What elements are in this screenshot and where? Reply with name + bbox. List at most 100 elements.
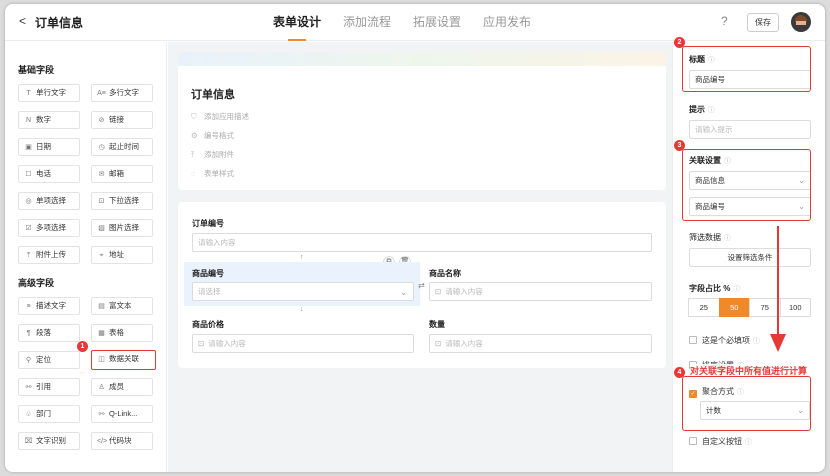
move-up-icon[interactable]: ↑	[300, 254, 304, 261]
tab-app-publish[interactable]: 应用发布	[483, 4, 531, 41]
pin-icon: ⚲	[25, 357, 32, 364]
field-single-line-text[interactable]: T 单行文字	[18, 84, 80, 102]
field-table[interactable]: ▦ 表格	[91, 324, 153, 342]
number-format-link[interactable]: ⚙ 编号格式	[191, 130, 234, 141]
meta-label: 表单样式	[204, 169, 234, 178]
width-option-25[interactable]: 25	[688, 298, 720, 317]
chip-label: 单项选择	[36, 196, 66, 205]
form-fields-card: 订单编号 请输入内容 ↑ ⧉ 🗑 商品编号 请选择⌄ ⇄ ↓ 商品名称 ⊡请输入…	[178, 202, 666, 368]
width-option-50[interactable]: 50	[718, 298, 750, 317]
image-icon: ▨	[98, 225, 105, 232]
field-link[interactable]: ⊘ 链接	[91, 111, 153, 129]
back-icon[interactable]: <	[19, 14, 26, 28]
quantity-input[interactable]: ⊡ 请输入内容	[429, 334, 652, 353]
help-icon[interactable]: ?	[721, 14, 728, 28]
app-title: 订单信息	[35, 16, 84, 30]
swap-icon[interactable]: ⇄	[418, 281, 425, 290]
annotation-box-title	[682, 46, 811, 92]
field-address[interactable]: ⌖ 地址	[91, 246, 153, 264]
tab-add-workflow[interactable]: 添加流程	[343, 4, 391, 41]
custom-button-checkbox[interactable]	[689, 437, 697, 445]
upload-icon: ⤒	[191, 150, 195, 159]
help-circle-icon[interactable]: ⓘ	[708, 107, 715, 114]
annotation-box-aggregate	[682, 376, 811, 431]
input-placeholder: 请输入内容	[445, 287, 483, 296]
app-window: < 订单信息 表单设计 添加流程 拓展设置 应用发布 ? 保存 基础字段 T 单行…	[5, 4, 825, 472]
tab-extension-settings[interactable]: 拓展设置	[413, 4, 461, 41]
order-no-label: 订单编号	[192, 219, 224, 228]
help-circle-icon[interactable]: ⓘ	[745, 439, 752, 446]
form-info-card: 订单信息 ⛉ 添加应用描述 ⚙ 编号格式 ⤒ 添加附件 ◌ 表单样式	[178, 66, 666, 190]
field-paragraph[interactable]: ¶ 段落	[18, 324, 80, 342]
field-q-link[interactable]: ⚯ Q-Link...	[91, 405, 153, 423]
add-description-link[interactable]: ⛉ 添加应用描述	[191, 111, 249, 122]
calendar-icon: ▣	[25, 144, 32, 151]
multiline-icon: A≡	[97, 90, 106, 97]
scan-icon: ⌧	[24, 438, 33, 445]
chip-label: 成员	[109, 382, 124, 391]
set-filter-button[interactable]: 设置筛选条件	[689, 248, 811, 267]
field-dropdown[interactable]: ⊡ 下拉选择	[91, 192, 153, 210]
field-time-range[interactable]: ◷ 起止时间	[91, 138, 153, 156]
product-name-input[interactable]: ⊡ 请输入内容	[429, 282, 652, 301]
tab-form-design[interactable]: 表单设计	[273, 4, 321, 41]
field-description-text[interactable]: ≡ 描述文字	[18, 297, 80, 315]
field-image-choice[interactable]: ▨ 图片选择	[91, 219, 153, 237]
field-rich-text[interactable]: ▤ 富文本	[91, 297, 153, 315]
chip-label: 邮箱	[109, 169, 124, 178]
field-member[interactable]: ♙ 成员	[91, 378, 153, 396]
form-canvas: 订单信息 ⛉ 添加应用描述 ⚙ 编号格式 ⤒ 添加附件 ◌ 表单样式 订单编号 请输入内…	[168, 42, 672, 472]
upload-icon: ⤒	[26, 252, 31, 259]
meta-label: 编号格式	[204, 131, 234, 140]
help-circle-icon[interactable]: ⓘ	[733, 286, 740, 293]
field-number[interactable]: N 数字	[18, 111, 80, 129]
field-single-choice[interactable]: ◎ 单项选择	[18, 192, 80, 210]
help-circle-icon[interactable]: ⓘ	[753, 338, 760, 345]
number-icon: ⊡	[198, 339, 205, 348]
help-circle-icon[interactable]: ⓘ	[724, 235, 731, 242]
form-style-link[interactable]: ◌ 表单样式	[191, 168, 234, 179]
avatar[interactable]	[791, 12, 811, 32]
chip-label: 数字	[36, 115, 51, 124]
chip-label: 引用	[36, 382, 51, 391]
quantity-label: 数量	[429, 320, 445, 329]
move-down-icon[interactable]: ↓	[300, 306, 304, 313]
palette-icon: ◌	[191, 169, 196, 178]
field-data-association[interactable]: ◫ 数据关联	[91, 350, 156, 370]
field-ocr[interactable]: ⌧ 文字识别	[18, 432, 80, 450]
hint-prop-label: 提示 ⓘ	[689, 104, 715, 115]
required-checkbox[interactable]	[689, 336, 697, 344]
chip-label: 文字识别	[36, 436, 66, 445]
field-reference[interactable]: ⚯ 引用	[18, 378, 80, 396]
field-width-segment: 25 50 75 100	[688, 298, 811, 317]
required-checkbox-row[interactable]: 这是个必填项 ⓘ	[689, 335, 760, 346]
price-input[interactable]: ⊡ 请输入内容	[192, 334, 414, 353]
data-link-icon: ◫	[98, 356, 105, 363]
annotation-badge-2: 2	[674, 37, 685, 48]
add-attachment-link[interactable]: ⤒ 添加附件	[191, 149, 234, 160]
chip-label: 段落	[36, 328, 51, 337]
qlink-icon: ⚯	[98, 411, 105, 418]
product-no-label: 商品编号	[192, 269, 224, 278]
chip-label: 表格	[109, 328, 124, 337]
field-positioning[interactable]: ⚲ 定位	[18, 351, 80, 369]
number-icon: ⊡	[435, 339, 442, 348]
field-multi-line-text[interactable]: A≡ 多行文字	[91, 84, 153, 102]
order-no-input[interactable]: 请输入内容	[192, 233, 652, 252]
field-multi-choice[interactable]: ☑ 多项选择	[18, 219, 80, 237]
field-code-block[interactable]: </> 代码块	[91, 432, 153, 450]
field-email[interactable]: ✉ 邮箱	[91, 165, 153, 183]
user-icon: ♙	[98, 384, 105, 391]
field-attachment[interactable]: ⤒ 附件上传	[18, 246, 80, 264]
chip-label: 图片选择	[109, 223, 139, 232]
field-width-label: 字段占比 % ⓘ	[689, 283, 740, 294]
mail-icon: ✉	[98, 171, 105, 178]
field-phone[interactable]: ☐ 电话	[18, 165, 80, 183]
field-department[interactable]: ♧ 部门	[18, 405, 80, 423]
custom-button-row[interactable]: 自定义按钮 ⓘ	[689, 436, 752, 447]
field-date[interactable]: ▣ 日期	[18, 138, 80, 156]
hint-prop-input[interactable]: 请输入提示	[689, 120, 811, 139]
product-no-select[interactable]: 请选择 ⌄	[192, 282, 414, 301]
save-button[interactable]: 保存	[747, 13, 779, 32]
form-title[interactable]: 订单信息	[191, 86, 235, 102]
